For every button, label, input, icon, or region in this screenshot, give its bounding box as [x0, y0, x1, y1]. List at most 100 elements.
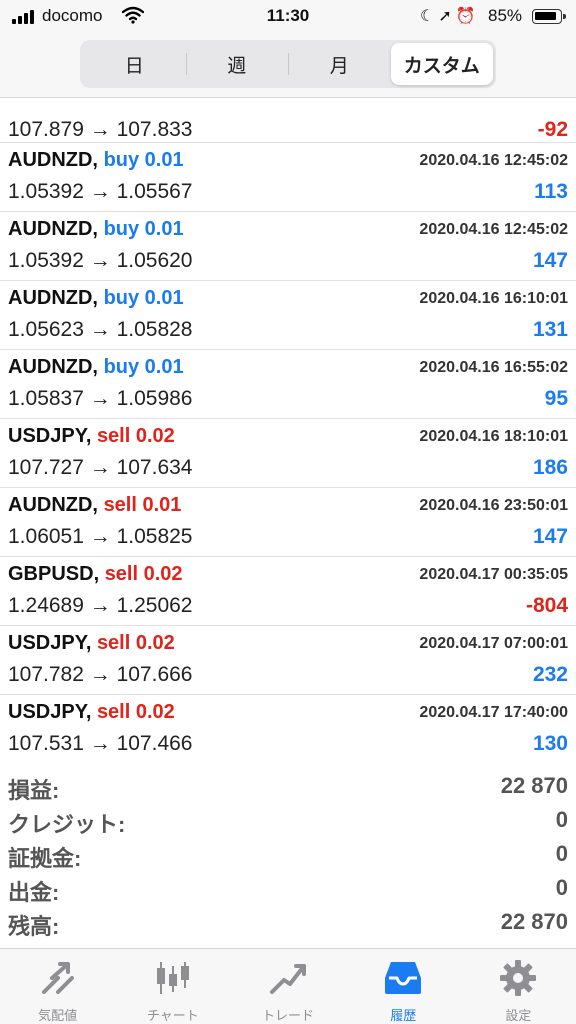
period-header: 日 週 月 カスタム [0, 34, 576, 98]
trade-profit: 186 [532, 456, 568, 479]
trade-prices: 1.05392 → 1.05620 [8, 249, 193, 272]
moon-icon: ☾ [420, 8, 439, 25]
tab-chart[interactable]: チャート [115, 949, 230, 1024]
trade-profit: 113 [534, 180, 568, 203]
tab-quotes[interactable]: 気配値 [0, 949, 115, 1024]
trade-prices: 107.879 → 107.833 [8, 118, 193, 141]
gear-icon [496, 957, 540, 999]
location-icon: ➚ [438, 8, 456, 25]
list-item[interactable]: USDJPY, sell 0.02 2020.04.17 07:00:01 10… [0, 626, 576, 695]
tab-settings[interactable]: 設定 [461, 949, 576, 1024]
trade-prices: 1.05623 → 1.05828 [8, 318, 193, 341]
tab-label: 設定 [505, 1008, 532, 1023]
trade-profit: 131 [532, 318, 568, 341]
list-item[interactable]: USDJPY, sell 0.02 2020.04.17 17:40:00 10… [0, 695, 576, 763]
trade-time: 2020.04.17 07:00:01 [419, 635, 568, 652]
summary-balance: 残高: 22 870 [0, 906, 576, 940]
trade-profit: -92 [537, 118, 568, 141]
summary-profit: 損益: 22 870 [0, 770, 576, 804]
summary-credit: クレジット: 0 [0, 804, 576, 838]
trade-prices: 107.727 → 107.634 [8, 456, 193, 479]
tab-trade[interactable]: トレード [230, 949, 345, 1024]
list-item[interactable]: AUDNZD, buy 0.01 2020.04.16 16:10:01 1.0… [0, 281, 576, 350]
summary-value: 0 [555, 875, 568, 900]
bottom-tab-bar: 気配値 チャート トレード 履歴 設定 [0, 948, 576, 1024]
tab-label: 履歴 [390, 1008, 417, 1023]
trade-symbol: AUDNZD, [8, 287, 98, 309]
segment-custom[interactable]: カスタム [390, 43, 493, 85]
trade-side: buy 0.01 [103, 149, 184, 171]
trade-symbol: USDJPY, [8, 701, 92, 723]
trade-profit: 95 [544, 387, 568, 410]
trade-prices: 1.24689 → 1.25062 [8, 594, 193, 617]
trade-prices: 107.782 → 107.666 [8, 663, 193, 686]
list-item[interactable]: GBPUSD, sell 0.02 2020.04.17 00:35:05 1.… [0, 557, 576, 626]
trade-side: sell 0.02 [96, 701, 175, 723]
trade-time: 2020.04.16 16:55:02 [419, 359, 568, 376]
trade-symbol: AUDNZD, [8, 494, 98, 516]
summary-label: 損益: [8, 778, 60, 803]
list-item-partial[interactable]: 107.879 → 107.833 -92 [0, 99, 576, 143]
trade-side: sell 0.01 [103, 494, 182, 516]
summary-withdrawal: 出金: 0 [0, 872, 576, 906]
battery-icon [532, 9, 566, 24]
trade-profit: 130 [532, 732, 568, 755]
list-item[interactable]: USDJPY, sell 0.02 2020.04.16 18:10:01 10… [0, 419, 576, 488]
tab-label: チャート [146, 1008, 199, 1023]
trade-time: 2020.04.17 17:40:00 [419, 704, 568, 721]
period-segmented-control: 日 週 月 カスタム [80, 40, 496, 88]
segment-day[interactable]: 日 [83, 43, 186, 85]
trade-side: buy 0.01 [103, 287, 184, 309]
trade-time: 2020.04.16 12:45:02 [419, 221, 568, 238]
summary-label: 出金: [8, 880, 60, 905]
trade-profit: 232 [532, 663, 568, 686]
summary-value: 22 870 [500, 773, 568, 798]
trade-side: sell 0.02 [96, 632, 175, 654]
account-summary: 損益: 22 870 クレジット: 0 証拠金: 0 出金: 0 残高: 22 … [0, 770, 576, 946]
trade-time: 2020.04.17 00:35:05 [419, 566, 568, 583]
summary-label: 残高: [8, 914, 60, 939]
trade-prices: 1.05392 → 1.05567 [8, 180, 193, 203]
summary-value: 0 [555, 807, 568, 832]
trade-symbol: GBPUSD, [8, 563, 100, 585]
trade-time: 2020.04.16 16:10:01 [419, 290, 568, 307]
list-item[interactable]: AUDNZD, buy 0.01 2020.04.16 12:45:02 1.0… [0, 212, 576, 281]
battery-percentage: 85% [488, 6, 523, 25]
trade-time: 2020.04.16 23:50:01 [419, 497, 568, 514]
trade-symbol: USDJPY, [8, 632, 92, 654]
trade-profit: -804 [525, 594, 568, 617]
tab-label: トレード [262, 1008, 315, 1023]
trade-side: sell 0.02 [96, 425, 175, 447]
summary-label: 証拠金: [8, 846, 82, 871]
segment-month[interactable]: 月 [288, 43, 391, 85]
status-icons: ☾➚⏰ [420, 6, 480, 26]
trade-prices: 107.531 → 107.466 [8, 732, 193, 755]
inbox-tray-icon [381, 957, 425, 999]
trade-side: buy 0.01 [103, 218, 184, 240]
trade-symbol: USDJPY, [8, 425, 92, 447]
trade-prices: 1.05837 → 1.05986 [8, 387, 193, 410]
trade-history-list[interactable]: 107.879 → 107.833 -92 AUDNZD, buy 0.01 2… [0, 99, 576, 763]
summary-deposit: 証拠金: 0 [0, 838, 576, 872]
trade-time: 2020.04.16 18:10:01 [419, 428, 568, 445]
segment-week[interactable]: 週 [185, 43, 289, 85]
summary-label: クレジット: [8, 812, 126, 837]
trade-profit: 147 [532, 249, 568, 272]
tab-label: 気配値 [38, 1008, 78, 1023]
summary-value: 0 [555, 841, 568, 866]
alarm-icon: ⏰ [455, 8, 480, 25]
trade-profit: 147 [532, 525, 568, 548]
trade-symbol: AUDNZD, [8, 218, 98, 240]
candlestick-chart-icon [151, 957, 195, 999]
trade-line-icon [266, 957, 310, 999]
list-item[interactable]: AUDNZD, buy 0.01 2020.04.16 12:45:02 1.0… [0, 143, 576, 212]
trade-side: buy 0.01 [103, 356, 184, 378]
trade-symbol: AUDNZD, [8, 356, 98, 378]
status-bar: docomo 11:30 ☾➚⏰ 85% [0, 0, 576, 34]
trade-symbol: AUDNZD, [8, 149, 98, 171]
list-item[interactable]: AUDNZD, sell 0.01 2020.04.16 23:50:01 1.… [0, 488, 576, 557]
list-item[interactable]: AUDNZD, buy 0.01 2020.04.16 16:55:02 1.0… [0, 350, 576, 419]
summary-value: 22 870 [500, 909, 568, 934]
tab-history[interactable]: 履歴 [346, 949, 461, 1024]
quotes-arrows-icon [36, 957, 80, 999]
